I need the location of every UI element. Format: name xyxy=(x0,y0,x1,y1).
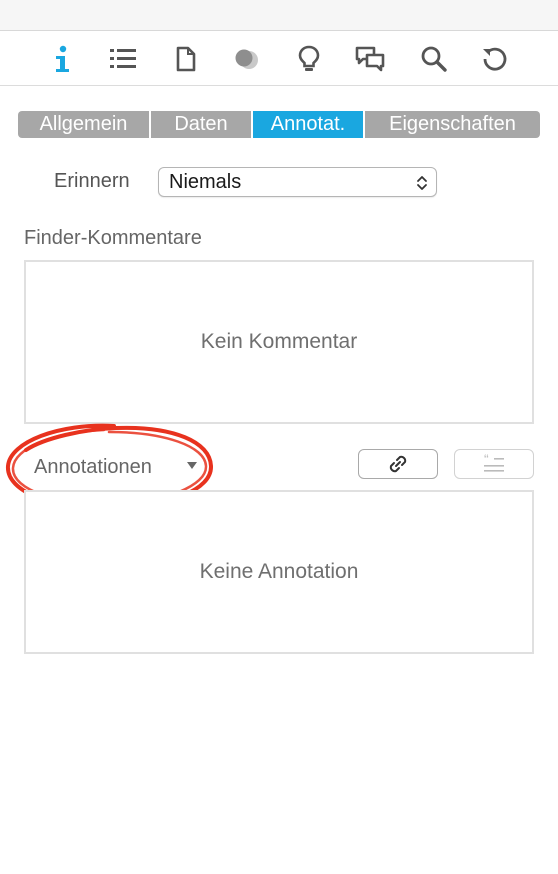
tab-annotationen[interactable]: Annotat. xyxy=(251,111,363,138)
remind-selected-value: Niemals xyxy=(169,171,242,193)
annotations-placeholder: Keine Annotation xyxy=(199,560,359,583)
finder-comments-field[interactable]: Kein Kommentar xyxy=(24,260,534,424)
title-bar xyxy=(0,0,558,31)
tab-daten[interactable]: Daten xyxy=(149,111,251,138)
finder-comments-label: Finder-Kommentare xyxy=(24,227,202,249)
overlap-circles-icon[interactable] xyxy=(229,41,265,77)
info-icon[interactable] xyxy=(45,41,81,77)
dropdown-triangle-icon[interactable] xyxy=(187,462,197,470)
quote-icon: “ xyxy=(484,453,504,472)
inspector-toolbar xyxy=(0,31,558,86)
chat-bubbles-icon[interactable] xyxy=(352,41,388,77)
document-icon[interactable] xyxy=(168,41,204,77)
lightbulb-icon[interactable] xyxy=(291,41,327,77)
tab-bar: Allgemein Daten Annotat. Eigenschaften xyxy=(18,111,540,138)
quote-annotation-button[interactable]: “ xyxy=(454,449,534,479)
updown-chevron-icon xyxy=(417,176,427,190)
annotations-field[interactable]: Keine Annotation xyxy=(24,490,534,654)
inspector-panel: Allgemein Daten Annotat. Eigenschaften E… xyxy=(0,0,558,874)
remind-select[interactable]: Niemals xyxy=(158,167,437,197)
list-icon[interactable] xyxy=(105,41,141,77)
annotations-menu-label[interactable]: Annotationen xyxy=(34,456,152,479)
finder-comments-placeholder: Kein Kommentar xyxy=(200,330,358,353)
link-annotation-button[interactable] xyxy=(358,449,438,479)
link-icon xyxy=(389,455,407,473)
remind-label: Erinnern xyxy=(54,170,130,192)
search-icon[interactable] xyxy=(416,41,452,77)
svg-text:“: “ xyxy=(484,453,489,467)
tab-allgemein[interactable]: Allgemein xyxy=(18,111,149,138)
refresh-icon[interactable] xyxy=(476,41,512,77)
tab-eigenschaften[interactable]: Eigenschaften xyxy=(363,111,540,138)
